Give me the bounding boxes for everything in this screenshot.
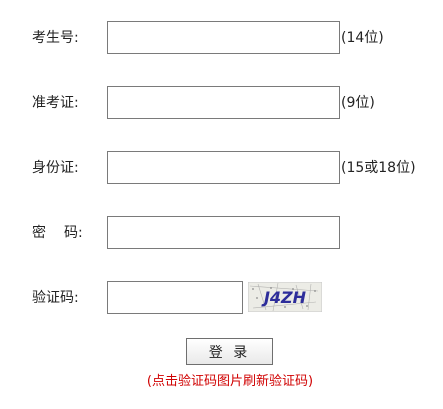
login-button[interactable]: 登 录 <box>186 338 273 365</box>
captcha-refresh-note: (点击验证码图片刷新验证码) <box>146 374 314 389</box>
id-no-label: 身份证: <box>32 160 79 176</box>
id-no-input[interactable] <box>107 151 340 184</box>
admit-no-hint: (9位) <box>341 95 375 111</box>
id-no-hint: (15或18位) <box>341 160 416 176</box>
exam-no-label: 考生号: <box>32 30 79 46</box>
exam-no-hint: (14位) <box>341 30 384 46</box>
password-label-second: 码: <box>64 225 83 241</box>
password-label: 密 码: <box>32 224 83 242</box>
captcha-label: 验证码: <box>32 290 79 306</box>
admit-no-label: 准考证: <box>32 95 79 111</box>
admit-no-input[interactable] <box>107 86 340 119</box>
exam-no-input[interactable] <box>107 21 340 54</box>
password-label-first: 密 <box>32 225 46 241</box>
password-input[interactable] <box>107 216 340 249</box>
captcha-image[interactable]: J4ZH <box>248 282 322 312</box>
captcha-text: J4ZH <box>261 288 307 307</box>
captcha-input[interactable] <box>107 281 243 314</box>
